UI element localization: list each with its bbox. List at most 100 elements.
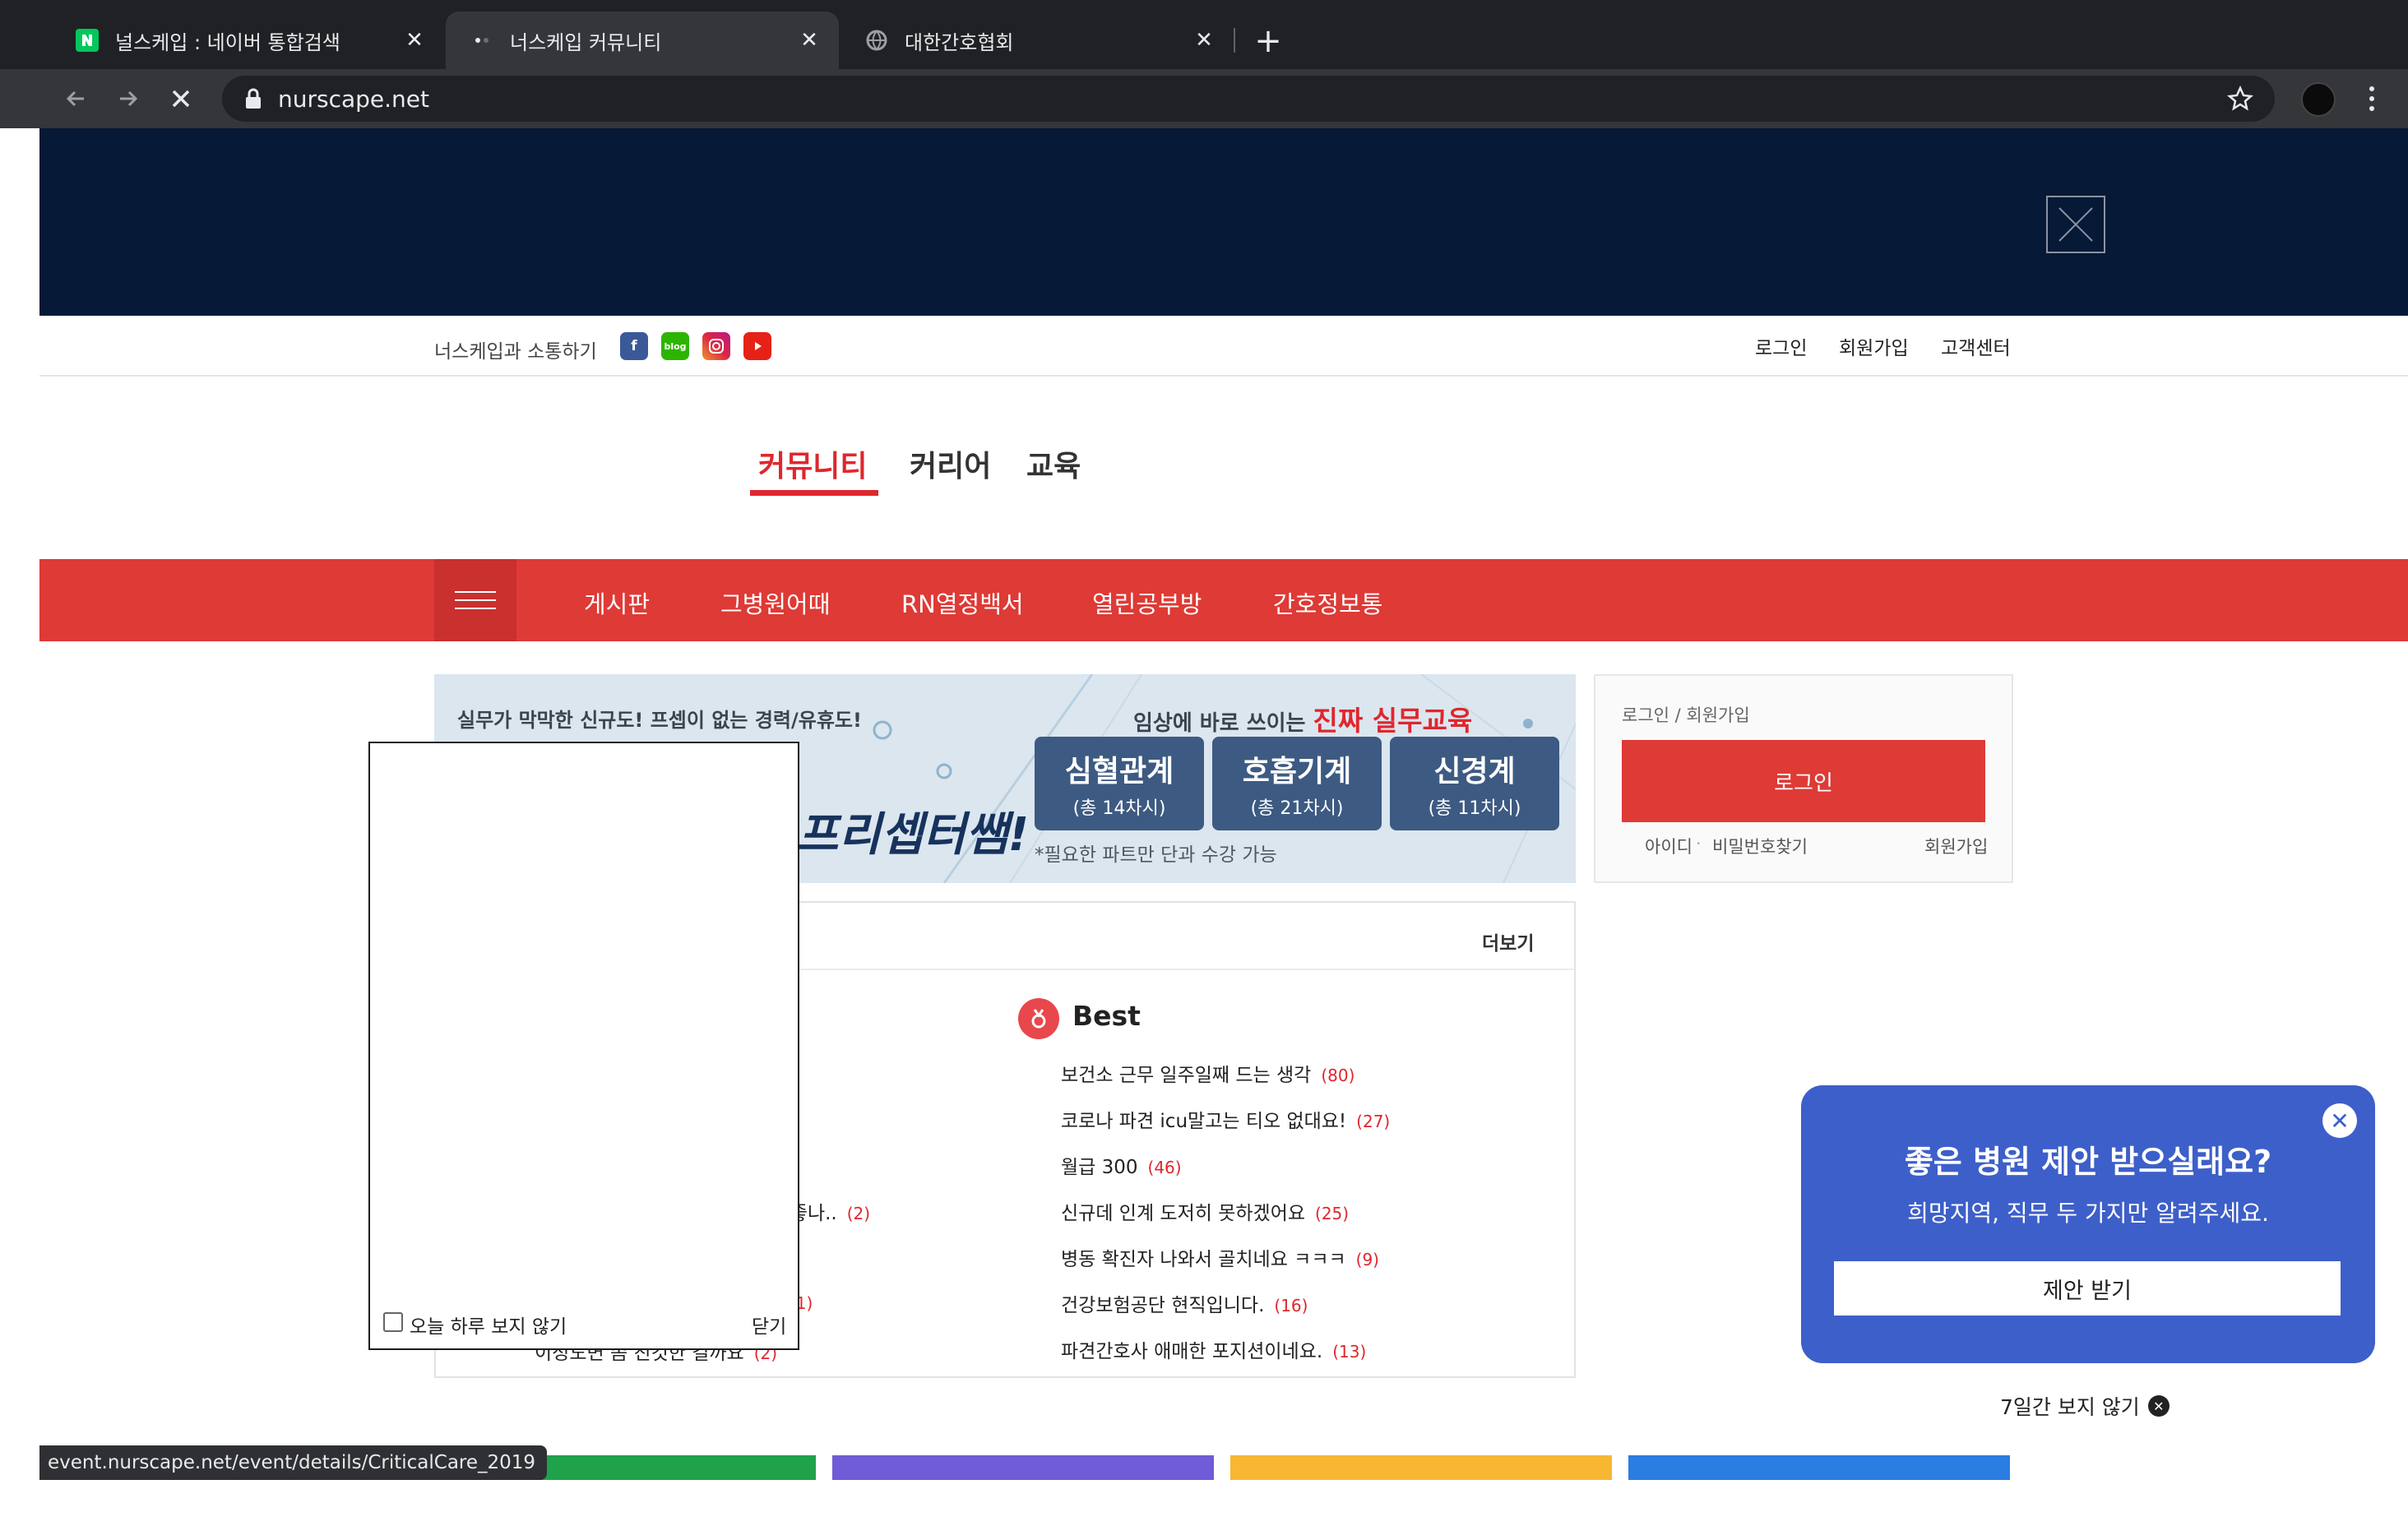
popup-close-button[interactable]: 닫기 (752, 1311, 786, 1339)
event-thumbnail[interactable] (832, 1455, 1214, 1480)
comment-count: (13) (1332, 1342, 1367, 1362)
menu-nursing-info[interactable]: 간호정보통 (1273, 585, 1382, 620)
forward-arrow-icon (120, 90, 138, 107)
tab-title: 널스케입 : 네이버 통합검색 (115, 30, 340, 54)
best-medal-icon (1018, 998, 1059, 1039)
banner-close-button[interactable] (2046, 196, 2105, 253)
sns-label: 너스케입과 소통하기 (434, 341, 597, 363)
event-thumbnail[interactable] (1230, 1455, 1612, 1480)
naver-icon (76, 29, 99, 52)
login-button[interactable]: 로그인 (1622, 740, 1985, 822)
comment-count: (46) (1147, 1158, 1182, 1177)
loading-icon (470, 29, 493, 52)
tab-separator (1234, 28, 1235, 53)
comment-count: (2) (846, 1204, 871, 1223)
tab-community[interactable]: 커뮤니티 (758, 442, 867, 485)
close-icon: ✕ (2147, 1395, 2170, 1417)
tab-naver-search[interactable]: 널스케입 : 네이버 통합검색 ✕ (51, 12, 444, 69)
course-sessions: (총 11차시) (1428, 798, 1521, 819)
new-tab-button[interactable]: + (1250, 23, 1286, 59)
ad-headline-prefix: 임상에 바로 쓰이는 (1133, 711, 1306, 736)
course-neuro[interactable]: 신경계 (총 11차시) (1390, 737, 1559, 830)
instagram-icon[interactable] (702, 332, 730, 360)
menu-board[interactable]: 게시판 (584, 585, 650, 620)
course-sessions: (총 21차시) (1250, 798, 1344, 819)
blog-icon[interactable]: blog (661, 332, 689, 360)
offer-subtitle: 희망지역, 직무 두 가지만 알려주세요. (1907, 1200, 2269, 1227)
status-bar-url: event.nurscape.net/event/details/Critica… (39, 1445, 548, 1480)
tab-kna[interactable]: 대한간호협회 ✕ (840, 12, 1234, 69)
link-separator: · (1696, 834, 1702, 853)
hide-7-days-label: 7일간 보지 않기 (2000, 1395, 2140, 1419)
tab-education[interactable]: 교육 (1026, 442, 1081, 485)
find-id-link[interactable]: 아이디 (1645, 834, 1693, 858)
offer-title: 좋은 병원 제안 받으실래요? (1904, 1144, 2272, 1180)
best-post[interactable]: 건강보험공단 현직입니다. (16) (1061, 1289, 1308, 1317)
login-link[interactable]: 로그인 (1755, 332, 1807, 360)
find-password-link[interactable]: 비밀번호찾기 (1712, 834, 1808, 858)
event-thumbnail[interactable] (1628, 1455, 2010, 1480)
ad-note: *필요한 파트만 단과 수강 가능 (1035, 844, 1277, 866)
course-cardiovascular[interactable]: 심혈관계 (총 14차시) (1035, 737, 1204, 830)
signup-link[interactable]: 회원가입 (1924, 834, 1988, 858)
back-arrow-icon (66, 90, 84, 107)
dont-show-today-checkbox[interactable] (383, 1312, 403, 1332)
browser-menu-button[interactable] (2355, 81, 2388, 117)
notice-popup (368, 742, 799, 1350)
post-title: 월급 300 (1061, 1157, 1138, 1178)
close-icon (172, 90, 190, 108)
comment-count: (9) (1355, 1250, 1379, 1269)
course-respiratory[interactable]: 호흡기계 (총 21차시) (1212, 737, 1382, 830)
signup-link[interactable]: 회원가입 (1839, 332, 1909, 360)
menu-hospital-review[interactable]: 그병원어때 (720, 585, 830, 620)
best-post[interactable]: 신규데 인계 도저히 못하겠어요 (25) (1061, 1197, 1349, 1225)
main-menu-bar (39, 559, 2408, 641)
close-icon[interactable]: ✕ (794, 25, 824, 55)
address-bar[interactable]: nurscape.net (222, 76, 2275, 122)
browser-window: 널스케입 : 네이버 통합검색 ✕ 너스케입 커뮤니티 ✕ 대한간호협회 ✕ + (0, 0, 2408, 1526)
address-url: nurscape.net (278, 85, 429, 113)
tab-nurscape-community[interactable]: 너스케입 커뮤니티 ✕ (446, 12, 839, 69)
best-post[interactable]: 월급 300 (46) (1061, 1151, 1182, 1179)
globe-icon (865, 29, 888, 52)
forward-button[interactable] (109, 79, 148, 118)
ad-big-text: 프리셉터쌤! (796, 808, 1030, 862)
get-offer-button[interactable]: 제안 받기 (1834, 1261, 2341, 1316)
customer-center-link[interactable]: 고객센터 (1941, 332, 2011, 360)
page-bottom (0, 1480, 2408, 1526)
youtube-icon[interactable] (743, 332, 771, 360)
active-tab-underline (750, 490, 878, 496)
back-button[interactable] (56, 79, 95, 118)
comment-count: (80) (1321, 1066, 1355, 1085)
bookmark-star-icon[interactable] (2224, 82, 2257, 115)
course-sessions: (총 14차시) (1072, 798, 1166, 819)
more-link[interactable]: 더보기 (1482, 927, 1534, 955)
best-post[interactable]: 병동 확진자 나와서 골치네요 ㅋㅋㅋ (9) (1061, 1243, 1379, 1271)
post-title: 파견간호사 애매한 포지션이네요. (1061, 1341, 1323, 1362)
tab-title: 너스케입 커뮤니티 (510, 30, 662, 54)
menu-open-study[interactable]: 열린공부방 (1092, 585, 1202, 620)
close-icon[interactable]: ✕ (2322, 1103, 2357, 1138)
best-title: Best (1072, 1000, 1141, 1032)
best-post[interactable]: 파견간호사 애매한 포지션이네요. (13) (1061, 1335, 1366, 1363)
comment-count: (27) (1356, 1112, 1391, 1131)
ad-headline-highlight: 진짜 실무교육 (1313, 705, 1473, 737)
tab-career[interactable]: 커리어 (910, 442, 991, 485)
post-title: 건강보험공단 현직입니다. (1061, 1295, 1265, 1316)
comment-count: (16) (1274, 1296, 1308, 1316)
ad-headline-left: 실무가 막막한 신규도! 프셉이 없는 경력/유휴도! (457, 709, 862, 732)
best-post[interactable]: 코로나 파견 icu말고는 티오 없대요! (27) (1061, 1105, 1390, 1133)
stop-loading-button[interactable] (161, 79, 201, 118)
profile-avatar[interactable] (2301, 82, 2336, 117)
hide-7-days-link[interactable]: 7일간 보지 않기 ✕ (2000, 1391, 2170, 1421)
browser-toolbar: nurscape.net (0, 69, 2408, 128)
close-icon (2058, 207, 2093, 242)
hamburger-menu-icon[interactable] (434, 559, 516, 641)
dont-show-today-label[interactable]: 오늘 하루 보지 않기 (410, 1311, 567, 1339)
tab-title: 대한간호협회 (905, 30, 1014, 54)
close-icon[interactable]: ✕ (1189, 25, 1219, 55)
close-icon[interactable]: ✕ (400, 25, 429, 55)
best-post[interactable]: 보건소 근무 일주일째 드는 생각 (80) (1061, 1059, 1354, 1087)
facebook-icon[interactable]: f (620, 332, 648, 360)
menu-rn-whitepaper[interactable]: RN열정백서 (901, 585, 1024, 620)
